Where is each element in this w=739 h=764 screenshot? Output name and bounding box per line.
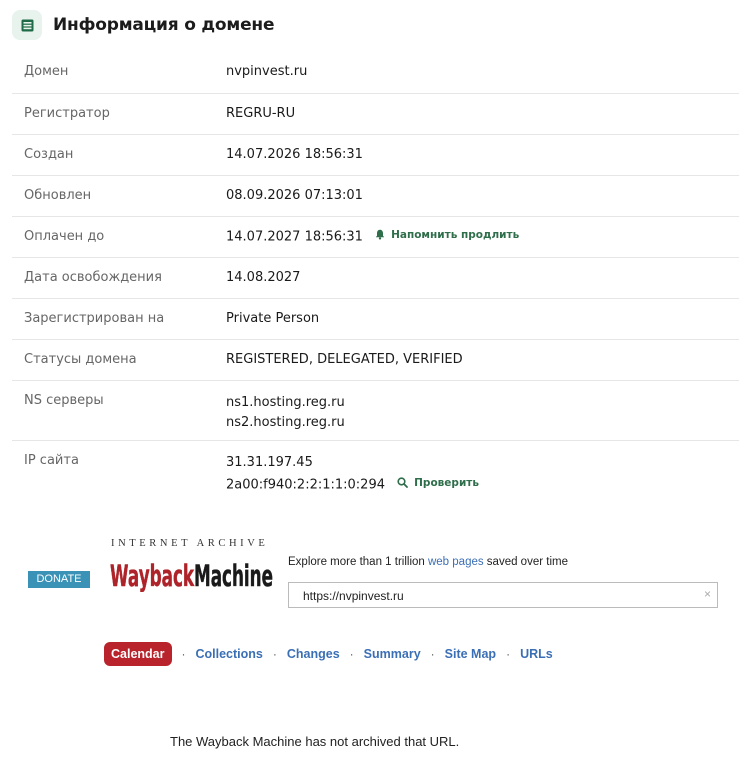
remind-renew-label: Напомнить продлить <box>391 228 520 241</box>
row-value: Private Person <box>226 310 320 326</box>
row-label: IP сайта <box>24 452 79 468</box>
table-row: Зарегистрирован на Private Person <box>12 298 739 339</box>
ip-v4: 31.31.197.45 <box>226 454 313 470</box>
table-icon <box>12 10 42 40</box>
table-row: Дата освобождения 14.08.2027 <box>12 257 739 298</box>
row-label: Дата освобождения <box>24 269 162 285</box>
internet-archive-label: INTERNET ARCHIVE <box>111 538 269 549</box>
explore-prefix: Explore more than 1 trillion <box>288 556 428 568</box>
ns-server-2: ns2.hosting.reg.ru <box>226 414 345 430</box>
row-label: Создан <box>24 146 74 162</box>
paid-until-value: 14.07.2027 18:56:31 <box>226 229 363 244</box>
row-value: nvpinvest.ru <box>226 64 308 79</box>
row-label: NS серверы <box>24 392 104 408</box>
nav-separator: · <box>430 647 435 661</box>
tab-site-map[interactable]: Site Map <box>445 647 496 661</box>
nav-separator: · <box>272 647 277 661</box>
table-row: NS серверы ns1.hosting.reg.ru ns2.hostin… <box>12 380 739 440</box>
check-ip-link[interactable]: Проверить <box>389 473 479 493</box>
row-label: Обновлен <box>24 187 92 203</box>
nav-separator: · <box>506 647 511 661</box>
wayback-logo-text-machine: Machine <box>194 559 273 592</box>
row-label: Зарегистрирован на <box>24 310 165 326</box>
row-label: Домен <box>24 64 69 79</box>
wayback-url-box: × <box>288 582 718 608</box>
wayback-machine-widget: DONATE INTERNET ARCHIVE WaybackMachine E… <box>28 536 728 616</box>
wayback-logo-text: WaybackMachine <box>110 559 273 592</box>
row-value: 14.08.2027 <box>226 269 301 285</box>
tab-urls[interactable]: URLs <box>520 647 553 661</box>
domain-info-table: Домен nvpinvest.ru Регистратор REGRU-RU … <box>12 52 739 500</box>
bell-icon <box>375 229 385 240</box>
check-ip-label: Проверить <box>414 476 480 489</box>
table-row: Создан 14.07.2026 18:56:31 <box>12 134 739 175</box>
clear-icon[interactable]: × <box>704 587 711 601</box>
domain-info-header: Информация о домене <box>12 10 275 40</box>
row-label: Статусы домена <box>24 351 137 367</box>
row-value: 08.09.2026 07:13:01 <box>226 187 363 203</box>
wayback-nav: Calendar · Collections · Changes · Summa… <box>104 642 553 666</box>
page-title: Информация о домене <box>53 15 275 35</box>
tab-calendar[interactable]: Calendar <box>104 642 172 666</box>
row-label: Регистратор <box>24 105 110 121</box>
wayback-url-input[interactable] <box>301 584 685 608</box>
row-value: REGRU-RU <box>226 105 296 121</box>
nav-separator: · <box>349 647 354 661</box>
table-row: Обновлен 08.09.2026 07:13:01 <box>12 175 739 216</box>
explore-text: Explore more than 1 trillion web pages s… <box>288 556 568 568</box>
row-value: REGISTERED, DELEGATED, VERIFIED <box>226 351 463 367</box>
table-row: Оплачен до 14.07.2027 18:56:31 Напомнить… <box>12 216 739 257</box>
wayback-logo-text-wayback: Wayback <box>110 559 194 592</box>
ip-v6: 2a00:f940:2:2:1:1:0:294 <box>226 477 385 492</box>
tab-changes[interactable]: Changes <box>287 647 340 661</box>
table-row: Статусы домена REGISTERED, DELEGATED, VE… <box>12 339 739 380</box>
web-pages-link[interactable]: web pages <box>428 556 484 568</box>
tab-summary[interactable]: Summary <box>364 647 421 661</box>
table-row: Домен nvpinvest.ru <box>12 52 739 93</box>
explore-suffix: saved over time <box>483 556 568 568</box>
remind-renew-link[interactable]: Напомнить продлить <box>367 229 519 241</box>
ns-server-1: ns1.hosting.reg.ru <box>226 394 345 410</box>
table-row: Регистратор REGRU-RU <box>12 93 739 134</box>
tab-collections[interactable]: Collections <box>196 647 263 661</box>
row-value: 14.07.2026 18:56:31 <box>226 146 363 162</box>
table-row: IP сайта 31.31.197.45 2a00:f940:2:2:1:1:… <box>12 440 739 500</box>
search-icon <box>397 477 409 488</box>
wayback-machine-logo[interactable]: WaybackMachine <box>110 552 276 592</box>
donate-button[interactable]: DONATE <box>28 571 90 588</box>
nav-separator: · <box>181 647 186 661</box>
row-label: Оплачен до <box>24 228 105 244</box>
not-archived-message: The Wayback Machine has not archived tha… <box>170 734 460 749</box>
